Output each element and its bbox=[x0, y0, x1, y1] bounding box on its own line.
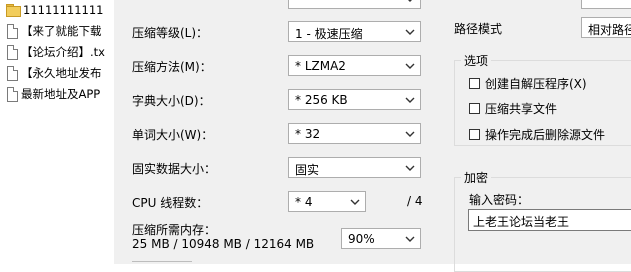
folder-name: 11111111111 bbox=[23, 3, 104, 17]
cpu-threads-select[interactable]: * 4 bbox=[288, 191, 366, 212]
encryption-group-title: 加密 bbox=[461, 169, 492, 186]
chevron-down-icon bbox=[403, 124, 417, 143]
path-mode-label: 路径模式 bbox=[454, 22, 503, 36]
solid-block-size-value: 固实 bbox=[295, 163, 320, 177]
cpu-threads-max: / 4 bbox=[407, 194, 423, 208]
archive-format-select[interactable] bbox=[288, 0, 421, 9]
checkbox-box[interactable] bbox=[469, 78, 480, 89]
file-name: 最新地址及APP bbox=[21, 87, 101, 101]
compression-settings-dialog: 压缩等级(L)： 1 - 极速压缩 压缩方法(M)： * LZMA2 字典大小(… bbox=[114, 0, 631, 272]
solid-block-size-label: 固实数据大小： bbox=[132, 162, 217, 176]
cpu-threads-label: CPU 线程数： bbox=[132, 196, 209, 210]
compress-shared-files-checkbox[interactable]: 压缩共享文件 bbox=[469, 100, 557, 117]
compression-method-select[interactable]: * LZMA2 bbox=[288, 55, 421, 76]
password-value: 上老王论坛当老王 bbox=[473, 215, 570, 229]
file-name: 【来了就能下载 bbox=[21, 24, 102, 38]
document-icon bbox=[6, 45, 18, 60]
create-sfx-checkbox[interactable]: 创建自解压程序(X) bbox=[469, 75, 587, 92]
word-size-select[interactable]: * 32 bbox=[288, 123, 421, 144]
compression-method-value: * LZMA2 bbox=[295, 59, 346, 73]
password-input[interactable]: 上老王论坛当老王 bbox=[468, 209, 631, 231]
chevron-down-icon bbox=[403, 56, 417, 75]
checkbox-box[interactable] bbox=[469, 103, 480, 114]
dictionary-size-label: 字典大小(D)： bbox=[132, 94, 211, 108]
password-label: 输入密码： bbox=[469, 193, 530, 207]
compress-shared-files-label: 压缩共享文件 bbox=[485, 102, 558, 116]
document-icon bbox=[6, 87, 18, 102]
dictionary-size-select[interactable]: * 256 KB bbox=[288, 89, 421, 110]
file-row[interactable]: 【论坛介绍】.tx bbox=[6, 43, 105, 61]
word-size-label: 单词大小(W)： bbox=[132, 128, 214, 142]
delete-after-compression-checkbox[interactable]: 操作完成后删除源文件 bbox=[469, 126, 605, 143]
compression-level-select[interactable]: 1 - 极速压缩 bbox=[288, 21, 421, 42]
folder-icon bbox=[6, 4, 21, 17]
dictionary-size-value: * 256 KB bbox=[295, 93, 348, 107]
file-name: 【论坛介绍】.tx bbox=[21, 45, 105, 59]
file-list-panel: 11111111111 【来了就能下载 【论坛介绍】.tx 【永久地址发布 最新… bbox=[0, 0, 114, 264]
solid-block-size-select[interactable]: 固实 bbox=[288, 157, 421, 178]
folder-row[interactable]: 11111111111 bbox=[6, 1, 103, 19]
file-row[interactable]: 【来了就能下载 bbox=[6, 22, 102, 40]
file-row[interactable]: 最新地址及APP bbox=[6, 85, 100, 103]
chevron-down-icon bbox=[403, 0, 417, 8]
checkbox-box[interactable] bbox=[469, 129, 480, 140]
memory-usage-value: 90% bbox=[348, 232, 375, 246]
word-size-value: * 32 bbox=[295, 127, 321, 141]
chevron-down-icon bbox=[403, 90, 417, 109]
file-name: 【永久地址发布 bbox=[21, 66, 102, 80]
document-icon bbox=[6, 66, 18, 81]
chevron-down-icon bbox=[403, 229, 417, 248]
path-mode-select[interactable]: 相对路径 bbox=[581, 17, 631, 38]
chevron-down-icon bbox=[403, 158, 417, 177]
chevron-down-icon bbox=[348, 192, 362, 211]
compression-level-value: 1 - 极速压缩 bbox=[295, 27, 363, 41]
file-row[interactable]: 【永久地址发布 bbox=[6, 64, 102, 82]
create-sfx-label: 创建自解压程序(X) bbox=[485, 77, 587, 91]
compression-level-label: 压缩等级(L)： bbox=[132, 26, 209, 40]
compression-method-label: 压缩方法(M)： bbox=[132, 60, 212, 74]
options-group-title: 选项 bbox=[461, 52, 492, 69]
cpu-threads-value: * 4 bbox=[295, 195, 313, 209]
update-mode-select[interactable] bbox=[581, 0, 631, 9]
decompression-memory-row-cutoff bbox=[132, 259, 222, 264]
path-mode-value: 相对路径 bbox=[588, 23, 631, 37]
delete-after-compression-label: 操作完成后删除源文件 bbox=[485, 128, 606, 142]
memory-usage-label: 压缩所需内存： bbox=[132, 223, 217, 237]
document-icon bbox=[6, 24, 18, 39]
memory-usage-select[interactable]: 90% bbox=[341, 228, 421, 249]
memory-usage-detail: 25 MB / 10948 MB / 12164 MB bbox=[132, 237, 315, 251]
chevron-down-icon bbox=[403, 22, 417, 41]
